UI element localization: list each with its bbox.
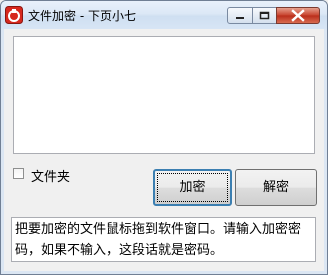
window-title: 文件加密 - 下页小七 [28, 9, 136, 23]
close-button[interactable] [276, 7, 320, 24]
folder-checkbox-label[interactable]: 文件夹 [31, 166, 70, 185]
password-input[interactable]: 把要加密的文件鼠标拖到软件窗口。请输入加密密码，如果不输入，这段话就是密码。 [11, 217, 316, 262]
client-area: 文件夹 加密 解密 把要加密的文件鼠标拖到软件窗口。请输入加密密码，如果不输入，… [4, 29, 324, 271]
maximize-icon [259, 11, 270, 20]
file-drop-area[interactable] [13, 36, 315, 154]
decrypt-button-label: 解密 [262, 180, 289, 195]
close-icon [291, 9, 305, 22]
minimize-button[interactable] [227, 7, 253, 24]
focus-rectangle [157, 173, 228, 202]
encrypt-button[interactable]: 加密 [153, 169, 232, 206]
title-bar[interactable]: 文件加密 - 下页小七 [1, 1, 327, 29]
minimize-icon [236, 17, 244, 19]
decrypt-button[interactable]: 解密 [235, 169, 317, 206]
red-lock-icon [5, 6, 23, 24]
folder-checkbox[interactable] [13, 168, 24, 179]
app-window: 文件加密 - 下页小七 文件夹 加密 解密 把要加密的文件鼠标拖到软件窗口。请输… [0, 0, 328, 275]
maximize-button[interactable] [252, 7, 277, 24]
